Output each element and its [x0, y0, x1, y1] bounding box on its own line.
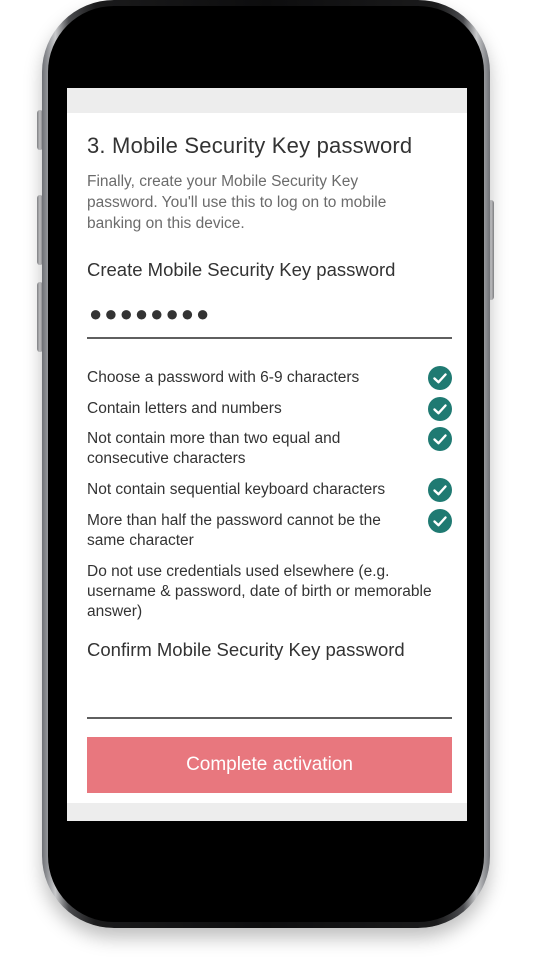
password-rule: Do not use credentials used elsewhere (e…	[87, 562, 452, 622]
confirm-password-label: Confirm Mobile Security Key password	[87, 639, 405, 660]
section-intro: Finally, create your Mobile Security Key…	[87, 173, 387, 232]
password-rule: Not contain more than two equal and cons…	[87, 427, 452, 469]
rule-text: Not contain sequential keyboard characte…	[87, 481, 386, 498]
password-rule: More than half the password cannot be th…	[87, 509, 452, 551]
create-password-label: Create Mobile Security Key password	[87, 259, 396, 280]
rule-text: Choose a password with 6-9 characters	[87, 369, 360, 386]
password-rule: Choose a password with 6-9 characters	[87, 366, 452, 390]
check-circle-icon	[428, 366, 452, 390]
app-screen: 3. Mobile Security Key password Finally,…	[67, 88, 467, 821]
section-title: 3. Mobile Security Key password	[87, 133, 413, 158]
activation-card: 3. Mobile Security Key password Finally,…	[67, 113, 467, 803]
complete-activation-button[interactable]: Complete activation	[87, 737, 452, 793]
rule-text: More than half the password cannot be th…	[87, 512, 381, 549]
rule-text: Do not use credentials used elsewhere (e…	[87, 563, 432, 620]
confirm-password-input[interactable]	[87, 717, 452, 719]
rule-text: Contain letters and numbers	[87, 400, 282, 417]
rule-text: Not contain more than two equal and cons…	[87, 430, 341, 467]
create-password-underline	[87, 337, 452, 339]
password-rule: Contain letters and numbers	[87, 397, 452, 421]
phone-mockup: 3. Mobile Security Key password Finally,…	[0, 0, 535, 967]
password-rule: Not contain sequential keyboard characte…	[87, 478, 452, 502]
check-circle-icon	[428, 397, 452, 421]
check-circle-icon	[428, 427, 452, 451]
check-circle-icon	[428, 478, 452, 502]
create-password-input[interactable]: ●●●●●●●●	[89, 301, 211, 327]
check-circle-icon	[428, 509, 452, 533]
